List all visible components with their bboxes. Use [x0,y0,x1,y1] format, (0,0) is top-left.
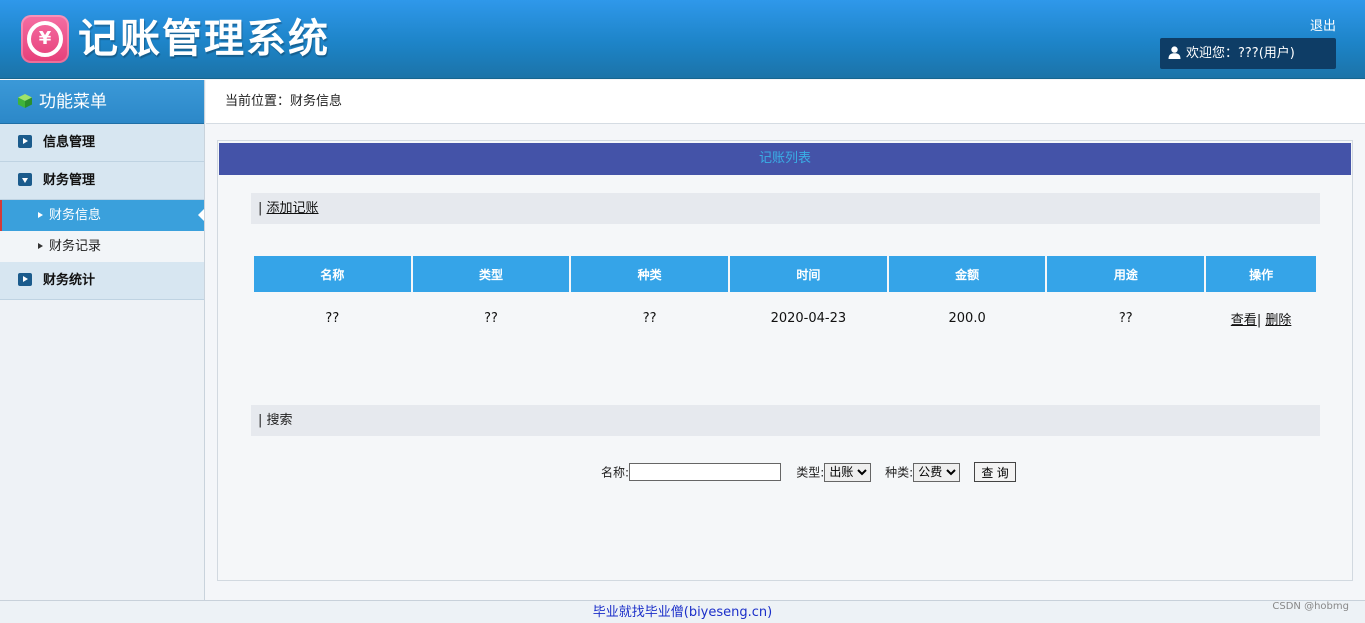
logout-link[interactable]: 退出 [1310,15,1336,34]
welcome-text: 欢迎您：???(用户) [1186,46,1295,61]
triangle-right-icon [38,212,43,218]
column-header: 金额 [888,256,1046,292]
user-icon [1168,46,1181,59]
menu-item-finance-management[interactable]: 财务管理 [0,162,204,200]
sidebar-title: 功能菜单 [0,80,204,124]
action-separator: | [1256,312,1262,328]
sub-item-finance-info[interactable]: 财务信息 [0,200,204,231]
app-title: 记账管理系统 [78,16,330,62]
sub-item-label: 财务记录 [49,239,102,254]
logo-icon: ¥ [21,15,69,63]
delete-link[interactable]: 删除 [1265,313,1291,328]
type-select[interactable]: 出账 [824,462,872,482]
app-header: ¥ 记账管理系统 退出 欢迎您：???(用户) [0,0,1365,79]
footer-link[interactable]: 毕业就找毕业僧(biyeseng.cn) [593,605,772,620]
sub-item-finance-records[interactable]: 财务记录 [0,231,204,262]
cell-actions: 查看| 删除 [1206,292,1316,344]
table-header-row: 名称 类型 种类 时间 金额 用途 操作 [254,256,1316,292]
footer: 毕业就找毕业僧(biyeseng.cn) [0,600,1365,623]
view-link[interactable]: 查看 [1231,313,1257,328]
add-bar: | 添加记账 [251,193,1320,224]
type-label: 类型: [796,465,825,480]
cell-amount: 200.0 [948,310,986,326]
column-header: 种类 [571,256,729,292]
menu-item-label: 信息管理 [43,135,96,150]
cell-usage: ?? [1118,310,1133,326]
menu-item-label: 财务统计 [43,273,96,288]
column-header: 类型 [412,256,570,292]
content-panel: 记账列表 | 添加记账 名称 类型 种类 时间 金额 用途 操作 ?? ?? ?… [217,140,1353,581]
add-record-link[interactable]: 添加记账 [267,201,319,216]
search-bar-title: | 搜索 [251,405,1320,436]
menu-item-finance-statistics[interactable]: 财务统计 [0,262,204,300]
cell-time: 2020-04-23 [770,310,847,326]
cell-kind: ?? [642,310,657,326]
menu-item-info-management[interactable]: 信息管理 [0,124,204,162]
name-input[interactable] [629,463,782,481]
table-row: ?? ?? ?? 2020-04-23 200.0 ?? 查看| 删除 [254,292,1316,344]
search-button[interactable]: 查 询 [974,462,1017,482]
cell-type: ?? [484,310,498,326]
sub-item-label: 财务信息 [49,208,102,223]
menu-item-label: 财务管理 [43,173,96,188]
yen-icon: ¥ [27,21,63,57]
breadcrumb: 当前位置：财务信息 [206,80,1365,124]
sidebar: 功能菜单 信息管理 财务管理 财务信息 财务记录 财务统计 [0,80,205,600]
search-form: 名称: 类型: 出账 种类: 公费 查 询 [218,462,1354,482]
cell-name: ?? [325,310,340,326]
arrow-right-icon [18,135,32,148]
arrow-down-icon [18,173,32,186]
column-header: 操作 [1206,256,1316,292]
kind-select[interactable]: 公费 [913,462,961,482]
welcome-box: 欢迎您：???(用户) [1160,38,1336,69]
column-header: 用途 [1047,256,1205,292]
column-header: 时间 [730,256,887,292]
name-label: 名称: [600,465,630,480]
arrow-right-icon [18,273,32,286]
column-header: 名称 [254,256,411,292]
records-table: 名称 类型 种类 时间 金额 用途 操作 ?? ?? ?? 2020-04-23… [252,256,1318,344]
watermark: CSDN @hobmg [1272,601,1349,612]
kind-label: 种类: [885,465,914,480]
add-bar-prefix: | [258,201,267,216]
triangle-right-icon [38,243,43,249]
sidebar-title-label: 功能菜单 [39,92,107,112]
cube-icon [18,94,32,108]
panel-title: 记账列表 [219,143,1351,175]
